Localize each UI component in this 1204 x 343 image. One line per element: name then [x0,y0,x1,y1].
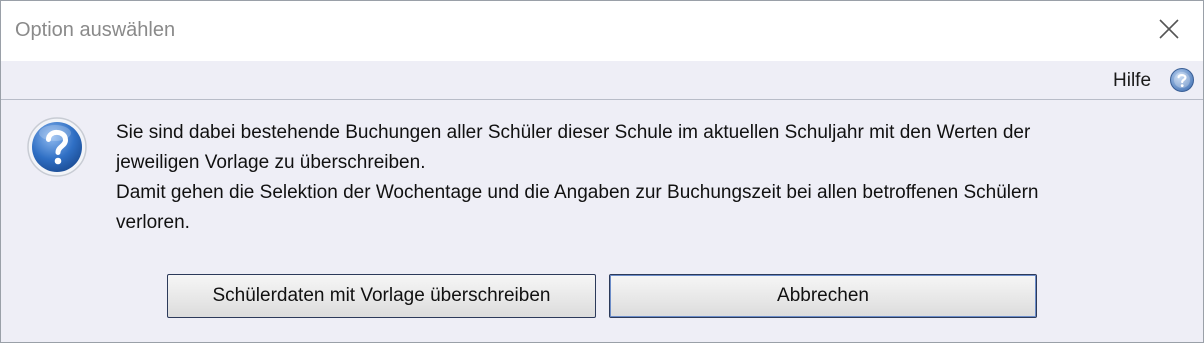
overwrite-button[interactable]: Schülerdaten mit Vorlage überschreiben [167,274,596,318]
window-title: Option auswählen [15,19,176,41]
close-button[interactable] [1147,9,1191,49]
message-line: Sie sind dabei bestehende Buchungen alle… [116,122,1031,143]
dialog-window: Option auswählen Hilfe Sie sind dabei be… [0,0,1204,343]
message-line: jeweiligen Vorlage zu überschreiben. [116,152,426,173]
question-icon [27,117,87,177]
help-icon[interactable] [1169,67,1195,93]
close-icon [1159,19,1179,39]
help-link[interactable]: Hilfe [1113,70,1151,92]
message-line: Damit gehen die Selektion der Wochentage… [116,182,1039,203]
cancel-button[interactable]: Abbrechen [609,274,1037,318]
title-bar: Option auswählen [1,1,1203,61]
help-bar: Hilfe [1,61,1203,100]
message-text: Sie sind dabei bestehende Buchungen alle… [116,118,1176,238]
message-line: verloren. [116,212,190,233]
